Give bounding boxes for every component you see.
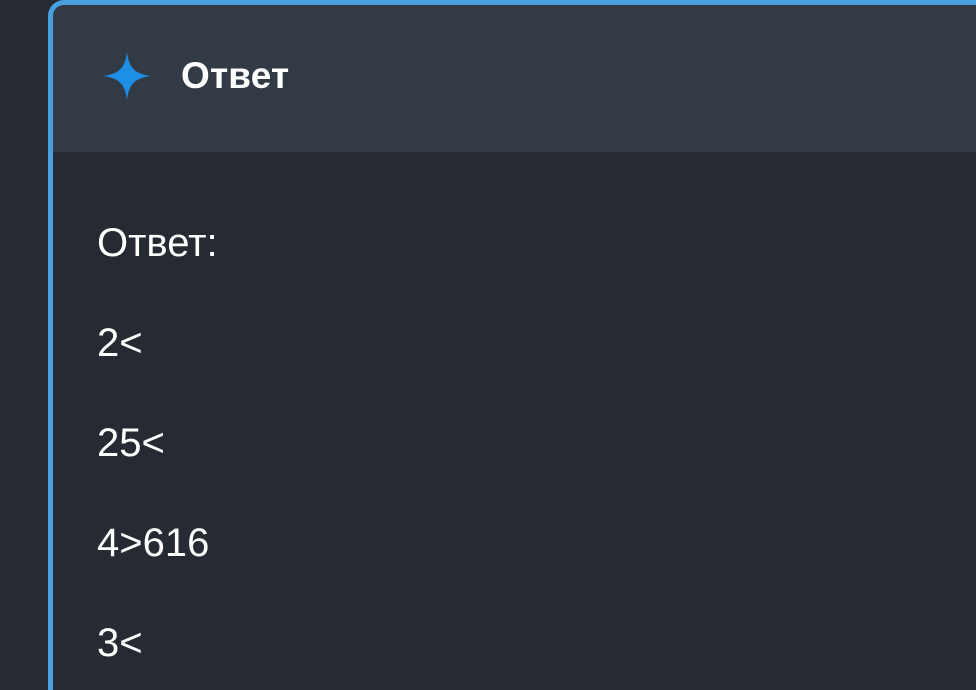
answer-line: Ответ: — [97, 221, 218, 265]
sparkle-icon — [103, 52, 151, 100]
page: Ответ Ответ: 2< 25< 4>616 3< — [0, 0, 976, 690]
answer-card-title: Ответ — [181, 55, 290, 96]
answer-card-body: Ответ: 2< 25< 4>616 3< — [53, 152, 976, 690]
answer-line: 3< — [97, 621, 143, 665]
left-gutter — [0, 0, 48, 690]
answer-line: 4>616 — [97, 521, 210, 565]
answer-line: 2< — [97, 321, 143, 365]
answer-card-header: Ответ — [53, 5, 976, 152]
answer-card: Ответ Ответ: 2< 25< 4>616 3< — [48, 0, 976, 690]
answer-line: 25< — [97, 421, 165, 465]
